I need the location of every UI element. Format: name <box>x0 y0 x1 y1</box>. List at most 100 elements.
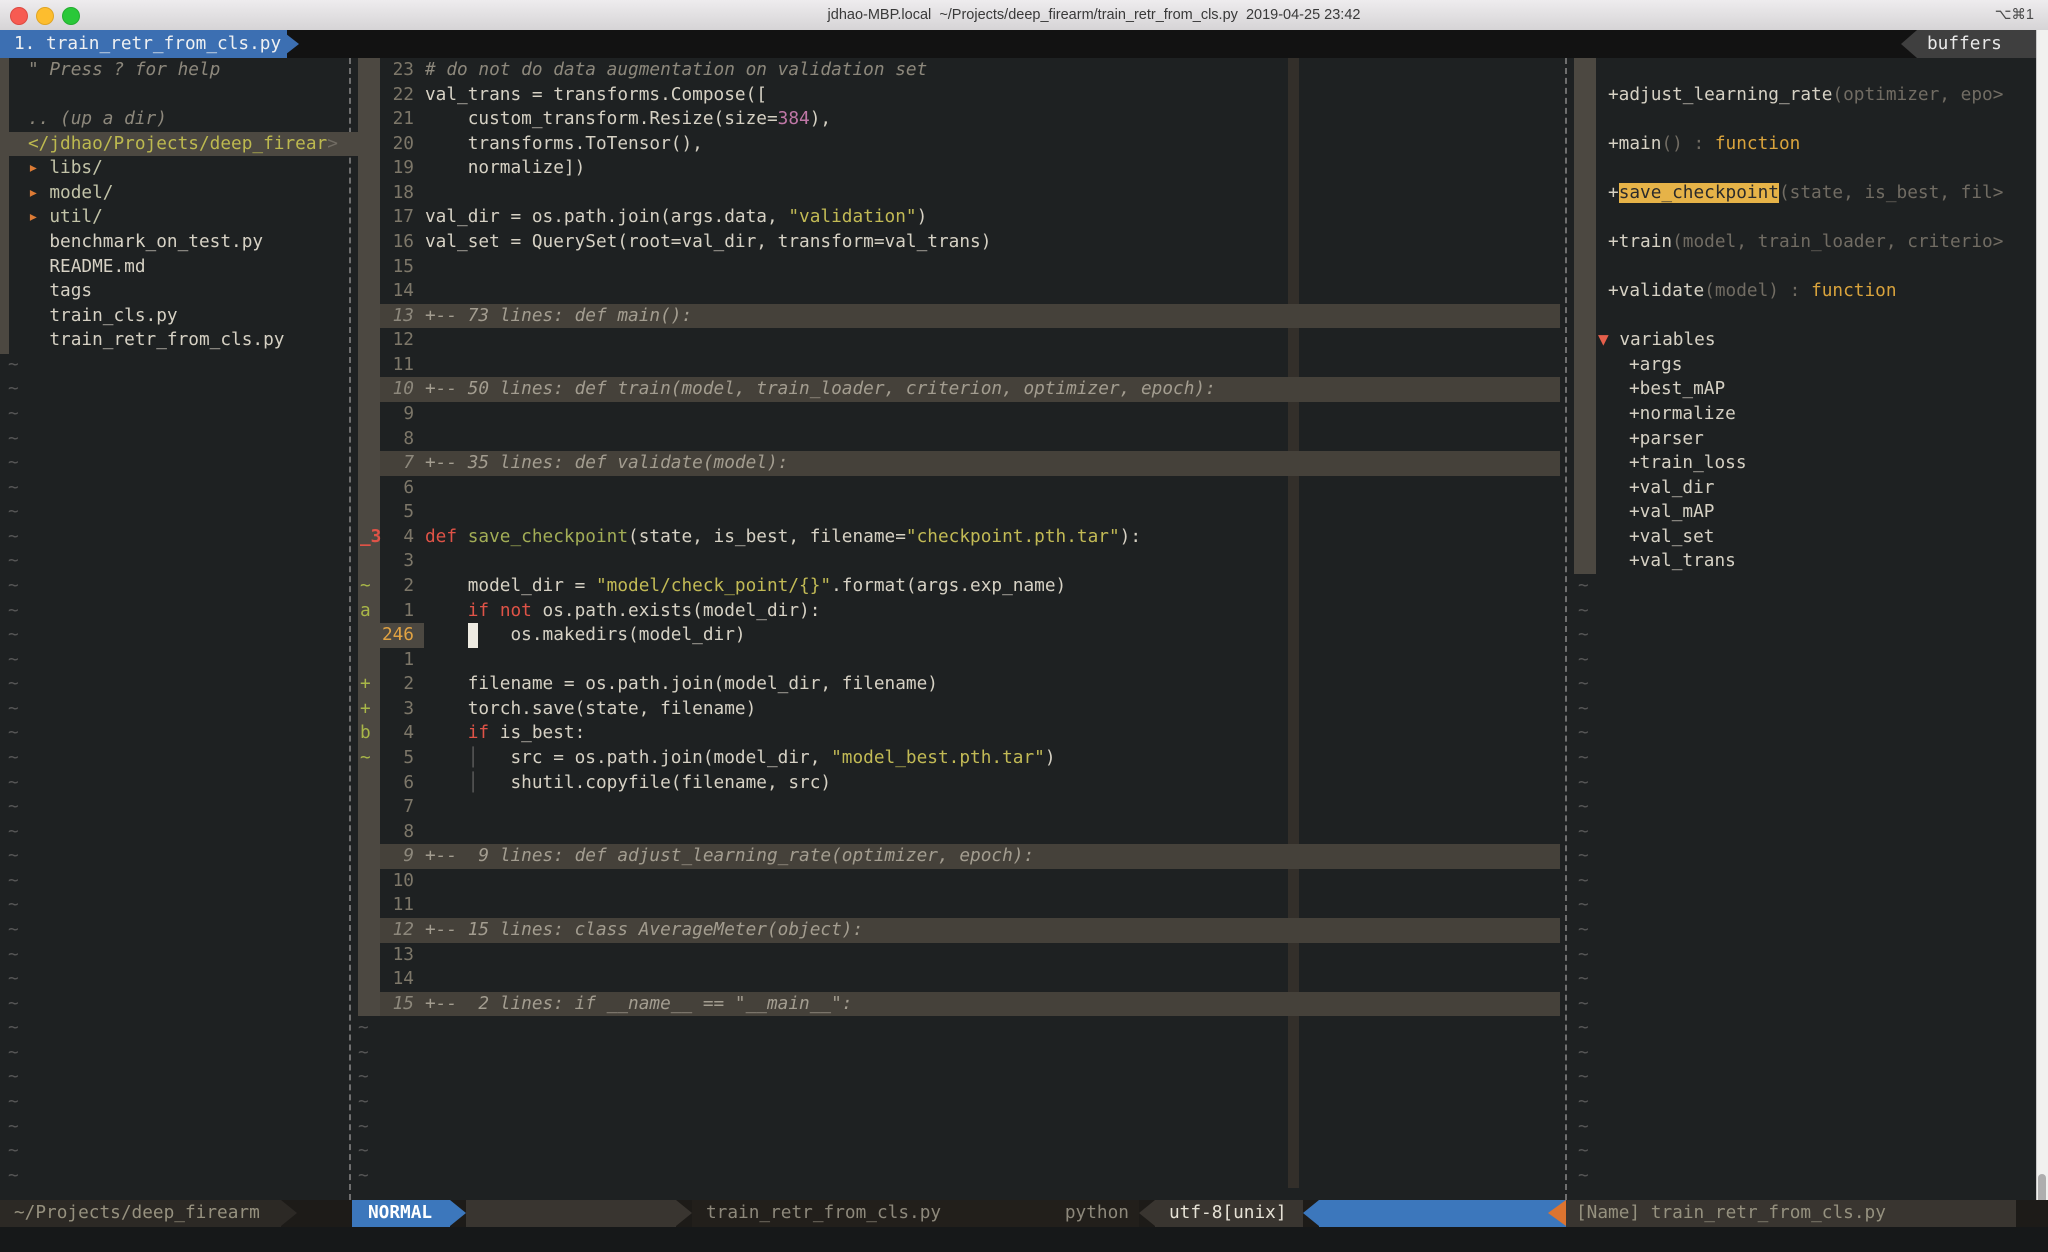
line-number: 15 <box>382 255 414 280</box>
code-line[interactable]: 9 <box>356 402 1560 427</box>
empty-line-tilde: ~ <box>0 574 358 599</box>
code-line[interactable]: 8 <box>356 820 1560 845</box>
code-line[interactable]: 13 <box>356 943 1560 968</box>
line-number: 16 <box>382 230 414 255</box>
tag-item[interactable] <box>1572 156 2048 181</box>
line-number: 5 <box>382 746 414 771</box>
tree-item[interactable]: benchmark_on_test.py <box>0 230 378 255</box>
line-number: 14 <box>382 967 414 992</box>
window-separator-right[interactable] <box>1565 58 1567 1200</box>
code-line[interactable]: 17val_dir = os.path.join(args.data, "val… <box>356 205 1560 230</box>
code-line[interactable]: 6 <box>356 476 1560 501</box>
tag-item[interactable] <box>1572 255 2048 280</box>
tree-item[interactable]: README.md <box>0 255 378 280</box>
empty-line-tilde: ~ <box>0 1164 358 1189</box>
code-line[interactable]: 3 <box>356 549 1560 574</box>
tag-item[interactable]: +normalize <box>1572 402 2048 427</box>
code-line[interactable]: 21 custom_transform.Resize(size=384), <box>356 107 1560 132</box>
sign-column-mark: b <box>360 721 371 746</box>
fold-line[interactable]: 15+-- 2 lines: if __name__ == "__main__"… <box>356 992 1560 1017</box>
tag-item[interactable]: +validate(model) : function <box>1572 279 2048 304</box>
line-number: 20 <box>382 132 414 157</box>
code-line[interactable]: 1 <box>356 648 1560 673</box>
line-number: 10 <box>382 869 414 894</box>
code-line[interactable]: 246 os.makedirs(model_dir) <box>356 623 1560 648</box>
code-line[interactable]: 22val_trans = transforms.Compose([ <box>356 83 1560 108</box>
fold-line[interactable]: 12+-- 15 lines: class AverageMeter(objec… <box>356 918 1560 943</box>
tag-item[interactable] <box>1572 58 2048 83</box>
tree-item[interactable]: ▸ model/ <box>0 181 378 206</box>
code-line[interactable]: 14 <box>356 967 1560 992</box>
tag-item[interactable]: +val_dir <box>1572 476 2048 501</box>
sign-column-mark: + <box>360 672 371 697</box>
tree-item[interactable]: train_cls.py <box>0 304 378 329</box>
code-line[interactable]: 16val_set = QuerySet(root=val_dir, trans… <box>356 230 1560 255</box>
tag-item[interactable]: +val_trans <box>1572 549 2048 574</box>
tag-item[interactable] <box>1572 304 2048 329</box>
fold-line[interactable]: 9+-- 9 lines: def adjust_learning_rate(o… <box>356 844 1560 869</box>
empty-line-tilde: ~ <box>1572 1139 2042 1164</box>
line-number: 4 <box>382 525 414 550</box>
tag-item[interactable] <box>1572 107 2048 132</box>
tree-item[interactable]: " Press ? for help <box>0 58 378 83</box>
code-line[interactable]: b4 if is_best: <box>356 721 1560 746</box>
tree-item[interactable] <box>0 83 378 108</box>
fold-line[interactable]: 10+-- 50 lines: def train(model, train_l… <box>356 377 1560 402</box>
code-line[interactable]: 8 <box>356 427 1560 452</box>
empty-line-tilde: ~ <box>0 721 358 746</box>
tag-item[interactable]: +main() : function <box>1572 132 2048 157</box>
tree-item[interactable]: </jdhao/Projects/deep_firear> <box>0 132 378 157</box>
code-line[interactable]: 10 <box>356 869 1560 894</box>
empty-line-tilde: ~ <box>0 771 358 796</box>
tag-item[interactable] <box>1572 205 2048 230</box>
tree-item[interactable]: ▸ libs/ <box>0 156 378 181</box>
line-number: 2 <box>382 672 414 697</box>
code-line[interactable]: 20 transforms.ToTensor(), <box>356 132 1560 157</box>
tag-item[interactable]: +best_mAP <box>1572 377 2048 402</box>
tag-item[interactable]: +save_checkpoint(state, is_best, fil> <box>1572 181 2048 206</box>
tab-train-retr-from-cls[interactable]: 1. train_retr_from_cls.py <box>0 30 287 58</box>
code-line[interactable]: 7 <box>356 795 1560 820</box>
powerline-arrow <box>676 1200 692 1226</box>
tree-item[interactable]: tags <box>0 279 378 304</box>
tag-item[interactable]: +parser <box>1572 427 2048 452</box>
code-line[interactable]: 23# do not do data augmentation on valid… <box>356 58 1560 83</box>
code-line[interactable]: +2 filename = os.path.join(model_dir, fi… <box>356 672 1560 697</box>
empty-line-tilde: ~ <box>1572 869 2042 894</box>
tag-item[interactable]: +train_loss <box>1572 451 2048 476</box>
tag-item[interactable]: +val_mAP <box>1572 500 2048 525</box>
line-number: 11 <box>382 353 414 378</box>
code-line[interactable]: 11 <box>356 353 1560 378</box>
empty-line-tilde: ~ <box>0 451 358 476</box>
code-line[interactable]: 19 normalize]) <box>356 156 1560 181</box>
powerline-arrow <box>1139 1200 1155 1226</box>
code-line[interactable]: 5 <box>356 500 1560 525</box>
tree-item[interactable]: .. (up a dir) <box>0 107 378 132</box>
tag-item[interactable]: +adjust_learning_rate(optimizer, epo> <box>1572 83 2048 108</box>
code-line[interactable]: 14 <box>356 279 1560 304</box>
code-line[interactable]: 11 <box>356 893 1560 918</box>
cursor <box>468 623 479 648</box>
code-line[interactable]: 12 <box>356 328 1560 353</box>
empty-line-tilde: ~ <box>0 623 358 648</box>
code-line[interactable]: 6 │ shutil.copyfile(filename, src) <box>356 771 1560 796</box>
line-number: 11 <box>382 893 414 918</box>
code-line[interactable]: a1 if not os.path.exists(model_dir): <box>356 599 1560 624</box>
empty-line-tilde: ~ <box>1572 795 2042 820</box>
code-line[interactable]: _34def save_checkpoint(state, is_best, f… <box>356 525 1560 550</box>
tag-item[interactable]: +args <box>1572 353 2048 378</box>
empty-line-tilde: ~ <box>1572 943 2042 968</box>
code-line[interactable]: 15 <box>356 255 1560 280</box>
code-line[interactable]: ~5 │ src = os.path.join(model_dir, "mode… <box>356 746 1560 771</box>
fold-line[interactable]: 7+-- 35 lines: def validate(model): <box>356 451 1560 476</box>
code-line[interactable]: 18 <box>356 181 1560 206</box>
tree-item[interactable]: train_retr_from_cls.py <box>0 328 378 353</box>
fold-line[interactable]: 13+-- 73 lines: def main(): <box>356 304 1560 329</box>
command-line[interactable] <box>0 1227 2048 1252</box>
code-line[interactable]: ~2 model_dir = "model/check_point/{}".fo… <box>356 574 1560 599</box>
tree-item[interactable]: ▸ util/ <box>0 205 378 230</box>
tag-item[interactable]: ▼ variables <box>1572 328 2048 353</box>
tag-item[interactable]: +val_set <box>1572 525 2048 550</box>
tag-item[interactable]: +train(model, train_loader, criterio> <box>1572 230 2048 255</box>
code-line[interactable]: +3 torch.save(state, filename) <box>356 697 1560 722</box>
